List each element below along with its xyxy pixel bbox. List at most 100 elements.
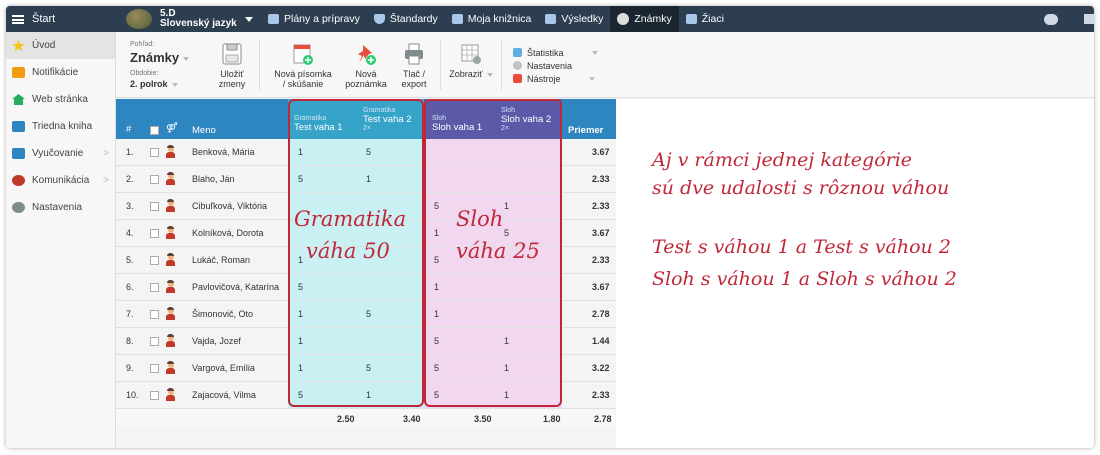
row-checkbox[interactable]: [150, 256, 159, 265]
annotation-note-1-line-2: sú dve udalosti s rôznou váhou: [652, 177, 950, 199]
statistics-icon: [513, 48, 522, 57]
nav-results-label: Výsledky: [561, 13, 604, 25]
footer-avg-total: 2.78: [594, 414, 612, 424]
print-export-button[interactable]: Tlač / export: [394, 42, 434, 89]
student-average: 1.44: [592, 336, 610, 346]
sidebar-item-notifications[interactable]: Notifikácie: [6, 59, 115, 86]
sidebar-item-label: Web stránka: [32, 94, 88, 105]
folder-icon: [268, 14, 279, 24]
display-label: Zobraziť: [449, 69, 483, 79]
library-icon: [451, 14, 463, 24]
new-test-button[interactable]: Nová písomka / skúšanie: [268, 42, 338, 89]
row-checkbox[interactable]: [150, 202, 159, 211]
annotation-note-2-line-1: Test s váhou 1 a Test s váhou 2: [652, 236, 951, 258]
row-checkbox[interactable]: [150, 391, 159, 400]
view-selector[interactable]: Pohľad: Známky Obdobie: 2. polrok: [130, 40, 190, 89]
nav-results[interactable]: Výsledky: [538, 6, 610, 32]
briefcase-icon: [12, 148, 25, 159]
nav-library[interactable]: Moja knižnica: [445, 6, 539, 32]
app-window: Štart 5.D Slovenský jazyk Plány a prípra…: [6, 6, 1094, 448]
settings-menu-item[interactable]: Nastavenia: [513, 59, 598, 72]
more-actions-menu: Štatistika Nastavenia Nástroje: [513, 46, 598, 85]
student-avatar-icon: [166, 145, 175, 158]
student-name[interactable]: Benková, Mária: [192, 139, 255, 166]
table-footer: 2.50 3.40 3.50 1.80 2.78: [116, 409, 616, 429]
chevron-down-icon: [244, 16, 253, 22]
student-name[interactable]: Šimonovič, Oto: [192, 301, 253, 328]
sidebar-item-label: Komunikácia: [32, 175, 90, 186]
student-name[interactable]: Cibuľková, Viktória: [192, 193, 267, 220]
print-label-1: Tlač /: [402, 69, 425, 79]
student-name[interactable]: Pavlovičová, Katarína: [192, 274, 279, 301]
sidebar-item-intro[interactable]: Úvod: [6, 32, 115, 59]
start-menu-button[interactable]: Štart: [6, 13, 116, 25]
row-number: 8.: [126, 336, 134, 346]
footer-avg-s1: 3.50: [474, 414, 492, 424]
sidebar-item-teaching[interactable]: Vyučovanie >: [6, 140, 115, 167]
gear-icon: [513, 61, 522, 70]
row-checkbox[interactable]: [150, 148, 159, 157]
star-icon: [12, 40, 25, 51]
sidebar-item-settings[interactable]: Nastavenia: [6, 194, 115, 221]
annotation-note-1-line-1: Aj v rámci jednej kategórie: [652, 149, 913, 171]
new-note-button[interactable]: Nová poznámka: [342, 42, 390, 89]
student-name[interactable]: Zajacová, Vilma: [192, 382, 256, 409]
student-name[interactable]: Vajda, Jozef: [192, 328, 241, 355]
row-checkbox[interactable]: [150, 175, 159, 184]
annotation-note-2-line-2: Sloh s váhou 1 a Sloh s váhou 2: [652, 268, 957, 290]
home-icon: [12, 94, 25, 105]
nav-grades-label: Známky: [634, 13, 672, 25]
print-label-2: export: [401, 79, 427, 89]
student-average: 2.33: [592, 201, 610, 211]
period-value[interactable]: 2. polrok: [130, 79, 168, 89]
nav-standards[interactable]: Štandardy: [367, 6, 445, 32]
student-name[interactable]: Kolníková, Dorota: [192, 220, 264, 247]
chat-icon[interactable]: [1044, 13, 1058, 25]
mail-icon: [12, 67, 25, 78]
student-avatar-icon: [166, 226, 175, 239]
topbar-right-actions: [1044, 6, 1094, 32]
top-navigation-bar: Štart 5.D Slovenský jazyk Plány a prípra…: [6, 6, 1094, 32]
footer-avg-s2: 1.80: [543, 414, 561, 424]
sidebar-item-label: Nastavenia: [32, 202, 83, 213]
sidebar-item-class-book[interactable]: Triedna kniha: [6, 113, 115, 140]
nav-students[interactable]: Žiaci: [679, 6, 731, 32]
sidebar-item-website[interactable]: Web stránka: [6, 86, 115, 113]
save-button[interactable]: Uložiť zmeny: [212, 42, 252, 89]
save-label-1: Uložiť: [220, 69, 244, 79]
row-checkbox[interactable]: [150, 364, 159, 373]
gear-icon: [12, 202, 25, 213]
sidebar-item-communication[interactable]: Komunikácia >: [6, 167, 115, 194]
chevron-down-icon: [591, 50, 598, 55]
row-checkbox[interactable]: [150, 229, 159, 238]
tools-menu-item[interactable]: Nástroje: [513, 72, 598, 85]
student-name[interactable]: Lukáč, Roman: [192, 247, 250, 274]
student-name[interactable]: Blaho, Ján: [192, 166, 235, 193]
row-checkbox[interactable]: [150, 310, 159, 319]
row-number: 5.: [126, 255, 134, 265]
subject-selector[interactable]: 5.D Slovenský jazyk: [116, 9, 261, 29]
hamburger-icon: [12, 14, 24, 24]
row-checkbox[interactable]: [150, 337, 159, 346]
chevron-right-icon: >: [103, 148, 109, 159]
mail-icon[interactable]: [1084, 14, 1094, 24]
sloh-weight-note-title: Sloh: [456, 207, 504, 231]
student-avatar-icon: [166, 253, 175, 266]
nav-plans[interactable]: Plány a prípravy: [261, 6, 367, 32]
statistics-menu-item[interactable]: Štatistika: [513, 46, 598, 59]
new-note-label-1: Nová: [355, 69, 377, 79]
display-button[interactable]: Zobraziť: [446, 42, 496, 79]
student-avatar-icon: [166, 280, 175, 293]
tools-icon: [513, 74, 522, 83]
select-all-checkbox[interactable]: [150, 126, 159, 135]
nav-grades[interactable]: Známky: [610, 6, 679, 32]
subject-logo-icon: [126, 9, 152, 29]
student-name[interactable]: Vargová, Emília: [192, 355, 255, 382]
student-average: 3.67: [592, 147, 610, 157]
new-test-label-1: Nová písomka: [274, 69, 332, 79]
nav-students-label: Žiaci: [701, 13, 724, 25]
student-avatar-icon: [166, 172, 175, 185]
statistics-label: Štatistika: [527, 47, 564, 58]
sidebar: Úvod Notifikácie Web stránka Triedna kni…: [6, 32, 116, 448]
row-checkbox[interactable]: [150, 283, 159, 292]
